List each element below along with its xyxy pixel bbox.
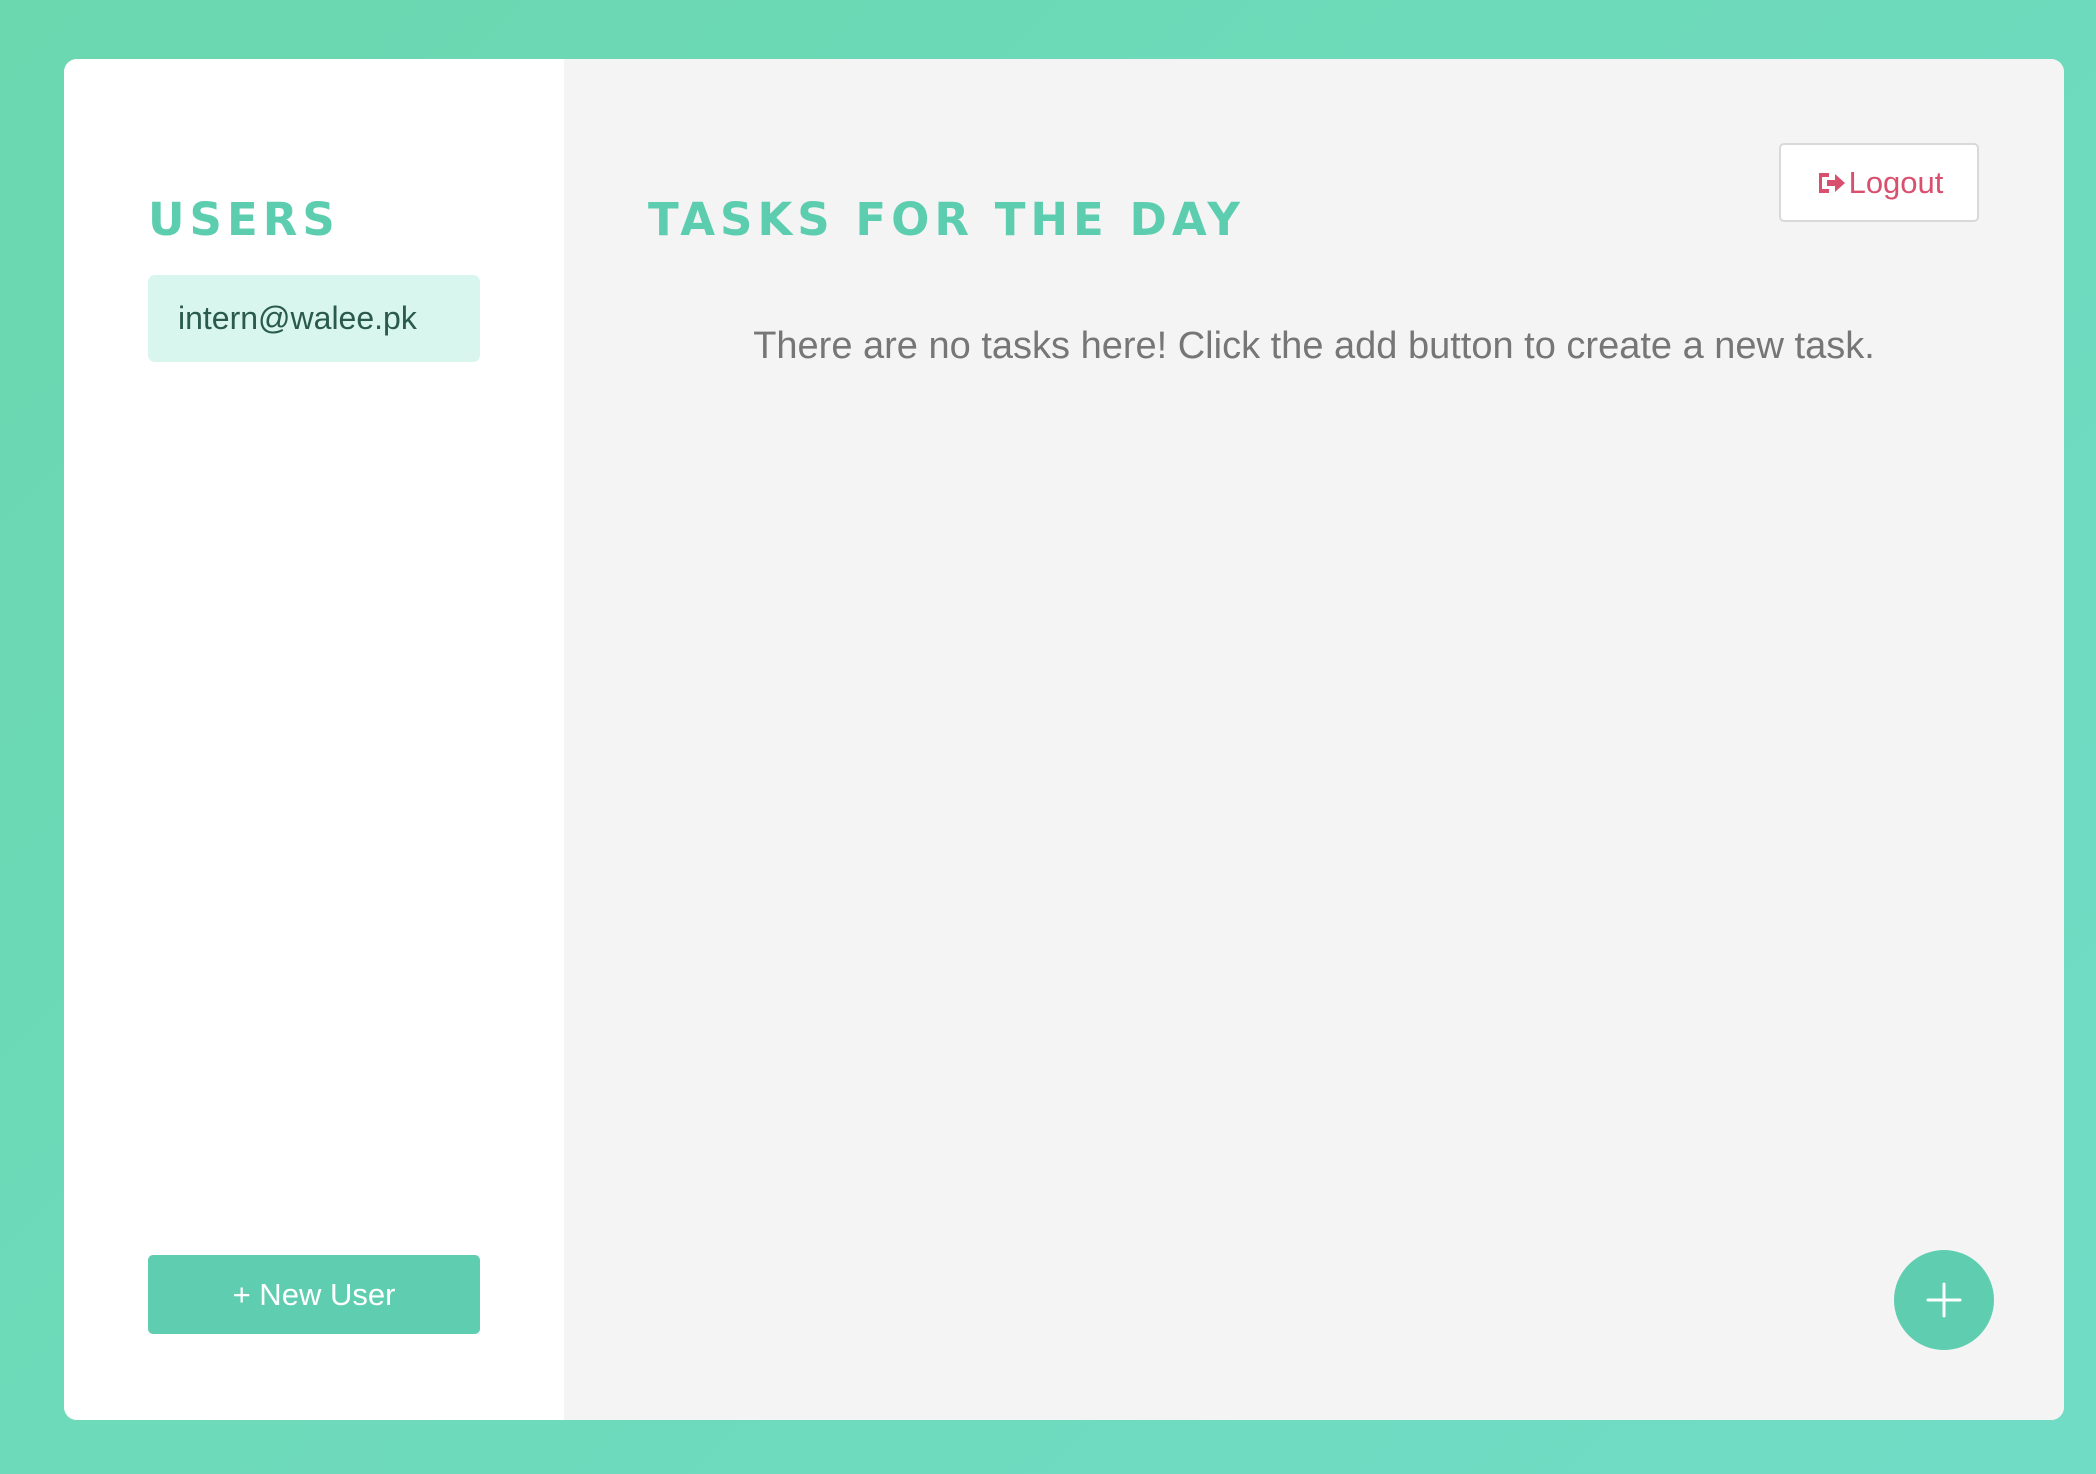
- tasks-panel: TASKS FOR THE DAY Logout There are no ta…: [564, 59, 2064, 1420]
- new-user-button[interactable]: + New User: [148, 1255, 480, 1334]
- empty-tasks-message: There are no tasks here! Click the add b…: [753, 325, 1875, 367]
- logout-label: Logout: [1848, 164, 1944, 200]
- user-list-item[interactable]: intern@walee.pk: [148, 275, 480, 362]
- plus-icon: [1926, 1282, 1962, 1318]
- users-heading: USERS: [148, 193, 340, 246]
- sign-out-icon: [1815, 169, 1847, 197]
- users-sidebar: USERS intern@walee.pk + New User: [64, 59, 564, 1420]
- app-card: USERS intern@walee.pk + New User TASKS F…: [64, 59, 2064, 1420]
- logout-button[interactable]: Logout: [1779, 143, 1979, 222]
- tasks-heading: TASKS FOR THE DAY: [648, 193, 1245, 246]
- add-task-button[interactable]: [1894, 1250, 1994, 1350]
